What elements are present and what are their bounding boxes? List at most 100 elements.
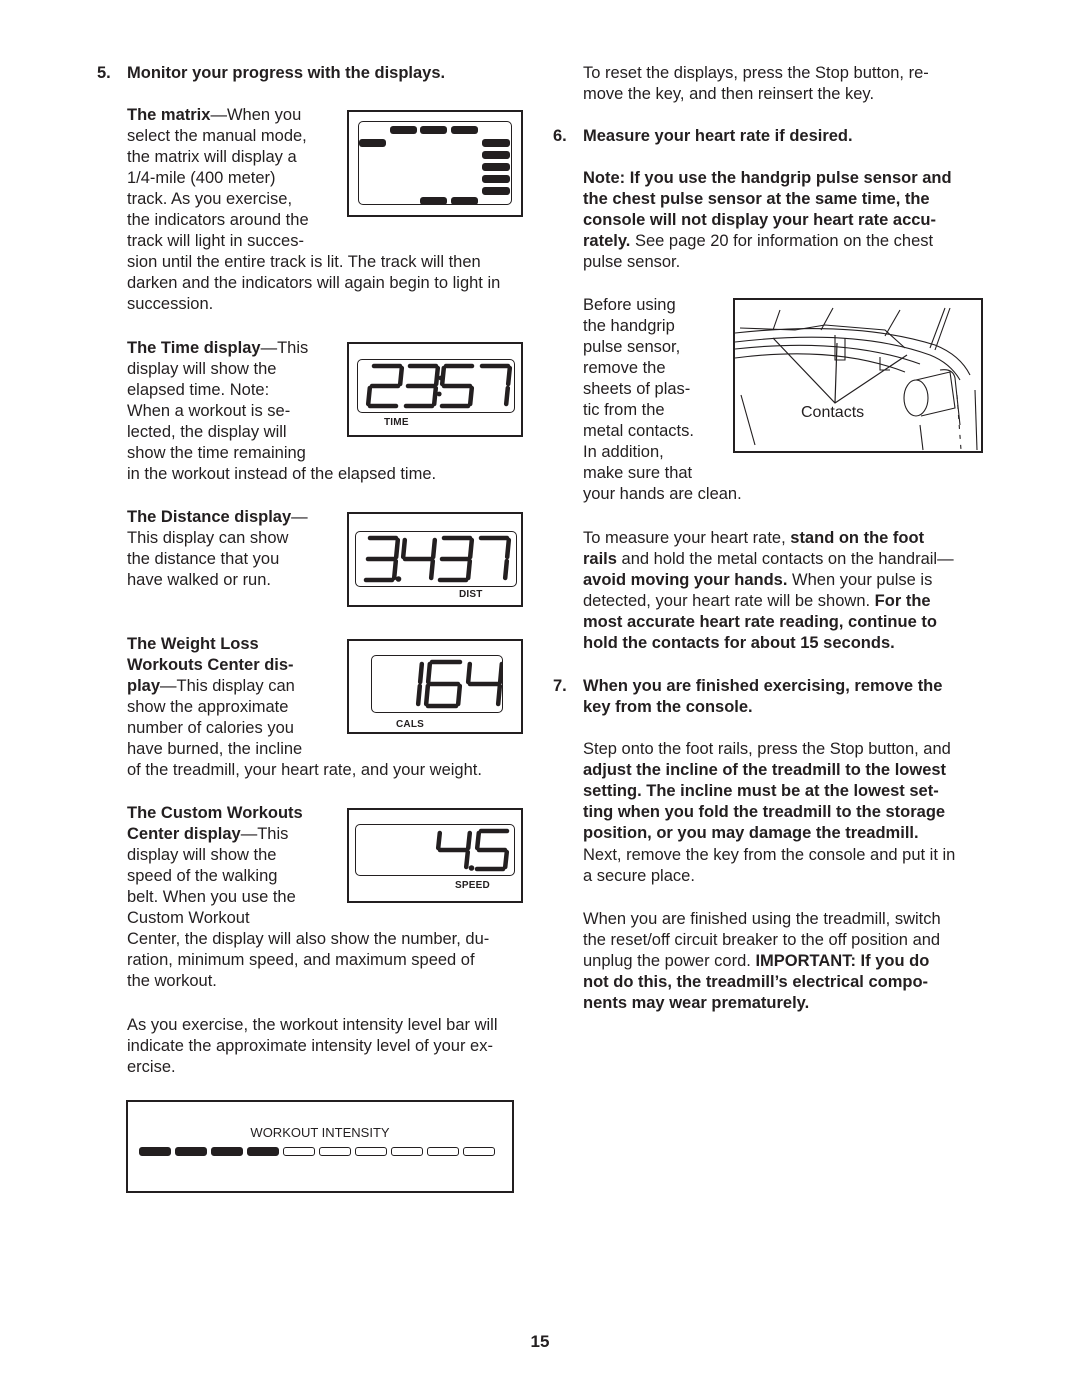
contacts-callout: Contacts [801,404,864,421]
segment-f [439,365,447,387]
matrix-line: sion until the entire track is lit. The … [127,253,481,271]
intensity-segment-unlit [319,1147,351,1156]
lcd-digit-7 [479,363,513,407]
time-display: TIME [347,342,523,437]
step-5-heading: Monitor your progress with the displays. [127,64,446,82]
weight-loss-text-line: of the treadmill, your heart rate, and y… [127,761,482,779]
before-line: tic from the [583,401,665,419]
weight-loss-text-line: show the approximate [127,698,289,716]
segment-c [391,558,399,581]
matrix-line: the indicators around the [127,211,309,229]
reset-text-line: move the key, and then reinsert the key. [583,85,875,103]
handrail-drawing: Contacts [735,307,978,451]
intensity-text-line: As you exercise, the workout intensity l… [127,1016,498,1034]
segment-c [455,683,463,707]
track-indicator [390,126,417,134]
lcd-digit-7 [478,535,512,581]
intensity-text-line: ercise. [127,1058,176,1076]
segment-b [417,661,425,685]
segment-c [431,385,439,407]
custom-text-line: speed of the walking [127,867,278,885]
segment-b [465,830,473,851]
handrail-contacts-illustration: Contacts [733,298,983,453]
custom-text-line: the workout. [127,972,217,990]
step-7-text-line: not do this, the treadmill’s electrical … [583,973,929,991]
calories-digits [415,659,502,709]
lcd-digit-3 [363,535,401,583]
lcd-digit-1 [415,661,425,707]
note-line: console will not display your heart rate… [583,211,937,229]
track-indicator [482,163,510,171]
segment-b [497,661,502,685]
time-label: TIME [384,417,409,428]
distance-text-line: This display can show [127,529,289,547]
step-7-text-line: Step onto the foot rails, press the Stop… [583,740,951,758]
lcd-digit-3 [403,363,441,409]
decimal-point [395,576,402,582]
step-7-text-line: a secure place. [583,867,695,885]
track-indicator [420,126,447,134]
time-text-line: When a workout is se- [127,402,291,420]
step-6-heading: Measure your heart rate if desired. [583,127,853,145]
step-5-number: 5. [97,64,111,82]
track-indicator [482,139,510,147]
weight-loss-text-line: play—This display can [127,677,295,695]
matrix-line: track. As you exercise, [127,190,293,208]
decimal-point [468,865,475,871]
track-indicator [482,187,510,195]
lcd-digit-5 [439,363,475,409]
lcd-digit-5 [474,828,510,872]
speed-lcd-screen [355,824,515,876]
intensity-segment-lit [175,1147,207,1156]
before-line: In addition, [583,443,664,461]
before-line: make sure that [583,464,693,482]
workout-intensity-label: WORKOUT INTENSITY [250,1125,390,1140]
measure-line: most accurate heart rate reading, contin… [583,613,937,631]
distance-display: DIST [347,512,523,607]
step-7-text-line: When you are finished using the treadmil… [583,910,941,928]
weight-loss-term: Workouts Center dis- [127,656,294,674]
segment-c [502,849,510,870]
note-line: rately. See page 20 for information on t… [583,232,934,250]
distance-digits [363,535,512,583]
matrix-track-screen [358,121,512,205]
custom-text-line: Custom Workout [127,909,250,927]
track-indicator [482,151,510,159]
page-number: 15 [530,1332,550,1351]
note-line: pulse sensor. [583,253,681,271]
time-text-line: lected, the display will [127,423,287,441]
segment-f [474,830,482,851]
segment-f [400,537,408,560]
calories-lcd-screen [371,655,503,713]
segment-f [465,661,473,685]
step-7-text-line: adjust the incline of the treadmill to t… [583,761,947,779]
time-term: The Time display [127,339,261,357]
lcd-digit-2 [365,363,405,409]
segment-c [465,558,473,581]
distance-text-line: have walked or run. [127,571,271,589]
reset-text-line: To reset the displays, press the Stop bu… [583,64,929,82]
note-line: the chest pulse sensor at the same time,… [583,190,930,208]
before-line: Before using [583,296,676,314]
matrix-line: succession. [127,295,214,313]
step-7-text-line: Next, remove the key from the console an… [583,846,956,864]
matrix-line: select the manual mode, [127,127,307,145]
before-line: pulse sensor, [583,338,681,356]
lcd-digit-3 [437,535,475,583]
time-digits [365,363,513,409]
custom-text-line: belt. When you use the [127,888,296,906]
step-7-text-line: position, or you may damage the treadmil… [583,824,919,842]
segment-c [502,558,510,581]
measure-line: To measure your heart rate, stand on the… [583,529,925,547]
matrix-line: 1/4-mile (400 meter) [127,169,276,187]
segment-b [397,365,405,387]
before-line: your hands are clean. [583,485,742,503]
track-indicator [482,175,510,183]
weight-loss-text-line: have burned, the incline [127,740,303,758]
matrix-line: The matrix—When you [127,106,302,124]
time-lcd-screen [357,359,515,413]
calories-display: CALS [347,639,523,734]
intensity-segment-unlit [463,1147,495,1156]
lcd-digit-4 [435,830,473,870]
matrix-term: The matrix [127,106,211,124]
